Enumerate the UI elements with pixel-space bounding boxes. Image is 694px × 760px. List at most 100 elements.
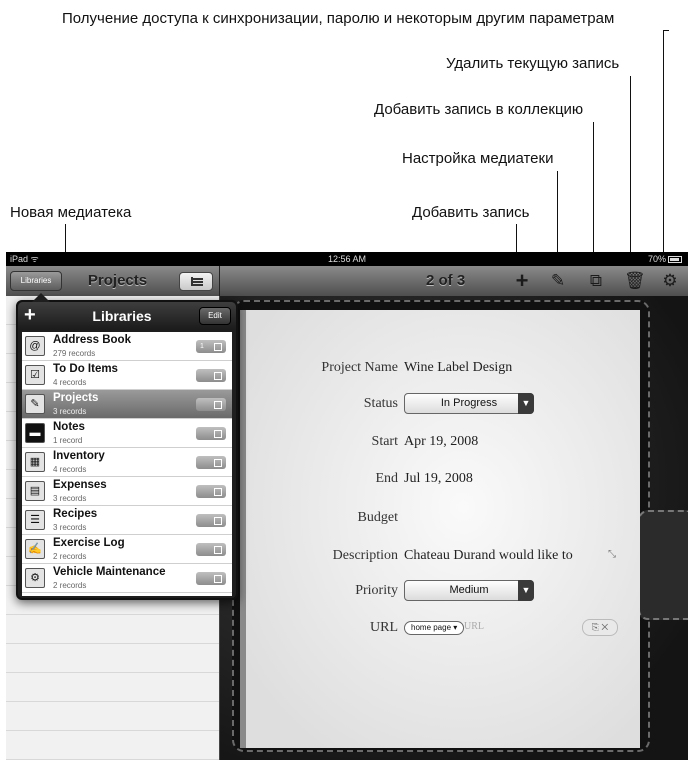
callout-line-access-tick <box>663 30 669 31</box>
priority-value: Medium <box>449 584 489 596</box>
callout-access-settings: Получение доступа к синхронизации, парол… <box>62 10 615 27</box>
library-name: Notes <box>53 421 85 433</box>
library-name: Recipes <box>53 508 98 520</box>
callout-delete-record: Удалить текущую запись <box>446 55 620 72</box>
description-label: Description <box>332 548 398 563</box>
edit-button[interactable]: Edit <box>199 307 231 325</box>
library-item-to-do-items[interactable]: ☑ To Do Items 4 records <box>22 361 232 390</box>
library-item-address-book[interactable]: @ Address Book 279 records 1 <box>22 332 232 361</box>
library-name: To Do Items <box>53 363 118 375</box>
library-count: 3 records <box>53 523 87 532</box>
library-name: Inventory <box>53 450 105 462</box>
todo-icon: ☑ <box>25 365 45 385</box>
trash-icon[interactable]: 🗑︎ <box>624 270 646 292</box>
sync-badge[interactable] <box>196 427 226 440</box>
sync-badge[interactable] <box>196 369 226 382</box>
project-name-value[interactable]: Wine Label Design <box>404 360 512 376</box>
sync-badge[interactable] <box>196 514 226 527</box>
library-count: 279 records <box>53 349 96 358</box>
clock: 12:56 AM <box>327 254 367 264</box>
description-value[interactable]: Chateau Durand would like to <box>404 548 573 564</box>
library-name: Address Book <box>53 334 131 346</box>
sync-badge[interactable] <box>196 572 226 585</box>
library-count: 2 records <box>53 581 87 590</box>
library-name: Exercise Log <box>53 537 125 549</box>
status-label: Status <box>363 396 398 411</box>
exercise-icon: ✍ <box>25 539 45 559</box>
library-count: 4 records <box>53 378 87 387</box>
library-count: 1 record <box>53 436 83 445</box>
library-item-notes[interactable]: ▬ Notes 1 record <box>22 419 232 448</box>
popover-title: Libraries <box>92 308 152 324</box>
status-value: In Progress <box>440 397 498 409</box>
projects-icon: ✎ <box>25 394 45 414</box>
recipes-icon: ☰ <box>25 510 45 530</box>
library-item-expenses[interactable]: ▤ Expenses 3 records <box>22 477 232 506</box>
field-start: Start Apr 19, 2008 <box>246 430 646 456</box>
url-action-buttons[interactable]: ⎘ ✕ <box>582 619 618 636</box>
end-value[interactable]: Jul 19, 2008 <box>404 471 473 487</box>
library-item-exercise-log[interactable]: ✍ Exercise Log 2 records <box>22 535 232 564</box>
left-nav-bar: Libraries Projects <box>6 266 220 296</box>
library-list: @ Address Book 279 records 1 ☑ To Do Ite… <box>22 332 232 596</box>
status-select[interactable]: In Progress ▼ <box>404 393 534 414</box>
vehicle-icon: ⚙ <box>25 568 45 588</box>
notes-icon: ▬ <box>25 423 45 443</box>
library-count: 3 records <box>53 407 87 416</box>
address-book-icon: @ <box>25 336 45 356</box>
record-page: Project Name Wine Label Design Status In… <box>240 310 640 748</box>
url-label: URL <box>370 620 398 635</box>
library-count: 2 records <box>53 552 87 561</box>
start-label: Start <box>371 434 398 449</box>
library-item-vehicle-maintenance[interactable]: ⚙ Vehicle Maintenance 2 records <box>22 564 232 593</box>
popover-header: + Libraries Edit <box>18 302 236 330</box>
sort-button[interactable] <box>179 272 213 291</box>
priority-select[interactable]: Medium ▼ <box>404 580 534 601</box>
sync-badge[interactable]: 1 <box>196 340 226 353</box>
callout-add-record: Добавить запись <box>412 204 530 221</box>
status-bar: iPad ᯤ 12:56 AM 70% <box>6 252 688 266</box>
plus-icon[interactable]: + <box>512 270 532 292</box>
start-value[interactable]: Apr 19, 2008 <box>404 434 478 450</box>
callout-library-settings: Настройка медиатеки <box>402 150 554 167</box>
gear-icon[interactable]: ⚙ <box>660 270 680 292</box>
chevron-down-icon: ▼ <box>518 580 534 601</box>
project-name-label: Project Name <box>321 360 398 375</box>
field-status: Status In Progress ▼ <box>246 392 646 418</box>
record-position: 2 of 3 <box>426 272 466 289</box>
libraries-button[interactable]: Libraries <box>10 271 62 291</box>
sync-badge[interactable] <box>196 398 226 411</box>
priority-label: Priority <box>355 583 398 598</box>
library-item-projects[interactable]: ✎ Projects 3 records <box>22 390 232 419</box>
library-name: Vehicle Maintenance <box>53 566 166 578</box>
library-count: 3 records <box>53 494 87 503</box>
library-item-recipes[interactable]: ☰ Recipes 3 records <box>22 506 232 535</box>
url-type-selector[interactable]: home page ▾ <box>404 621 465 635</box>
new-library-button[interactable]: + <box>24 303 36 327</box>
inventory-icon: ▦ <box>25 452 45 472</box>
libraries-popover: + Libraries Edit @ Address Book 279 reco… <box>16 293 238 600</box>
callout-add-to-collection: Добавить запись в коллекцию <box>374 101 584 118</box>
record-toolbar: 2 of 3 + ✎ ⧉ 🗑︎ ⚙ <box>220 266 688 296</box>
battery-icon <box>668 256 682 264</box>
pencil-icon[interactable]: ✎ <box>548 270 568 292</box>
expand-icon[interactable]: ⤡ <box>608 549 616 560</box>
library-name: Projects <box>53 392 99 404</box>
chevron-down-icon: ▼ <box>518 393 534 414</box>
field-project-name: Project Name Wine Label Design <box>246 356 646 382</box>
library-item-inventory[interactable]: ▦ Inventory 4 records <box>22 448 232 477</box>
battery-percent: 70% <box>647 254 666 264</box>
page-title: Projects <box>87 272 148 289</box>
callout-new-library: Новая медиатека <box>10 204 132 221</box>
url-input[interactable]: URL <box>464 621 484 632</box>
library-name: Expenses <box>53 479 107 491</box>
sync-badge[interactable] <box>196 456 226 469</box>
callout-line-delete <box>630 76 631 276</box>
field-description: Description Chateau Durand would like to… <box>246 544 646 570</box>
collection-icon[interactable]: ⧉ <box>586 270 606 292</box>
sync-badge[interactable] <box>196 485 226 498</box>
callout-line-access <box>663 30 664 276</box>
sync-badge[interactable] <box>196 543 226 556</box>
field-url: URL home page ▾ URL ⎘ ✕ <box>246 616 646 642</box>
field-priority: Priority Medium ▼ <box>246 579 646 605</box>
